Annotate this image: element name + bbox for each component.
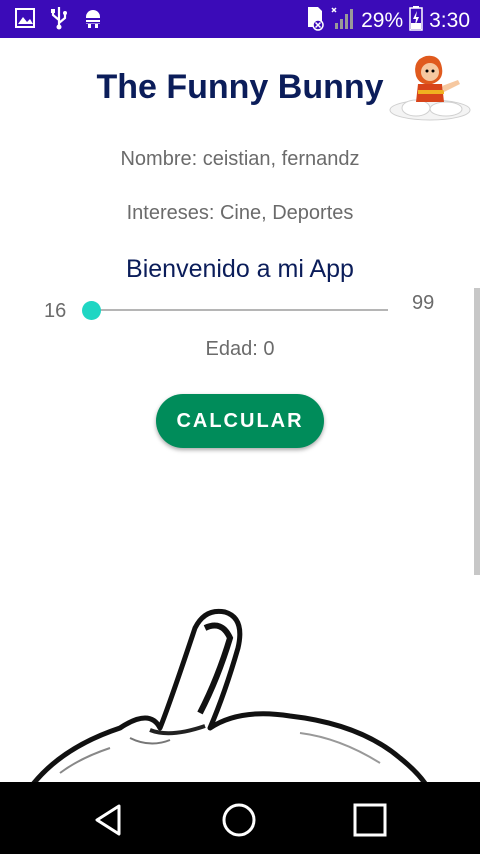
edad-text: Edad: 0 (205, 338, 275, 360)
intereses-text: Intereses: Cine, Deportes (126, 202, 354, 224)
welcome-text: Bienvenido a mi App (126, 255, 354, 283)
mascot-image (389, 55, 471, 121)
home-icon[interactable] (219, 800, 259, 840)
age-slider-thumb[interactable] (82, 301, 101, 320)
navigation-bar (0, 782, 480, 854)
status-bar: 29% 3:30 (0, 0, 480, 38)
battery-percent: 29% (361, 8, 404, 32)
image-icon (14, 7, 36, 34)
scroll-indicator (474, 288, 480, 575)
android-debug-icon (82, 7, 104, 34)
clock: 3:30 (429, 8, 470, 32)
slider-min-label: 16 (44, 300, 67, 322)
calcular-button[interactable]: CALCULAR (156, 394, 324, 448)
sd-card-error-icon (305, 5, 325, 36)
back-icon[interactable] (89, 800, 129, 840)
bunny-image (31, 608, 428, 782)
age-slider-track[interactable] (92, 309, 388, 311)
nombre-text: Nombre: ceistian, fernandz (120, 148, 360, 170)
signal-icon (331, 5, 355, 36)
usb-icon (50, 6, 68, 35)
battery-charging-icon (409, 5, 423, 36)
recents-icon[interactable] (350, 800, 390, 840)
app-content: The Funny Bunny Nombre: ceistian, fernan… (0, 38, 480, 782)
slider-max-label: 99 (412, 292, 435, 314)
